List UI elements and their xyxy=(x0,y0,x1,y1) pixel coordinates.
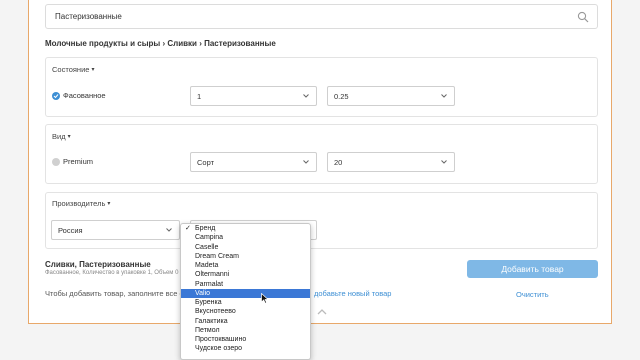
radio-icon[interactable] xyxy=(52,158,60,166)
summary-title: Сливки, Пастеризованные xyxy=(45,260,151,269)
add-new-product-link[interactable]: добавьте новый товар xyxy=(314,289,391,298)
grade-select-value: Сорт xyxy=(197,158,215,167)
condition-option-label: Фасованное xyxy=(63,91,106,100)
chevron-up-icon[interactable] xyxy=(316,308,328,316)
dropdown-option[interactable]: Parmalat xyxy=(181,280,310,289)
breadcrumb: Молочные продукты и сыры › Сливки › Паст… xyxy=(45,39,276,48)
clear-button[interactable]: Очистить xyxy=(516,290,549,299)
fat-select-value: 20 xyxy=(334,158,343,167)
chevron-down-icon xyxy=(441,160,447,164)
brand-dropdown-list[interactable]: БрендCampinaCaselleDream CreamMadetaOlte… xyxy=(180,223,311,360)
chevron-down-icon: ▾ xyxy=(91,67,95,73)
dropdown-option[interactable]: Caselle xyxy=(181,243,310,252)
dropdown-option[interactable]: Бренд xyxy=(181,224,310,234)
dropdown-option[interactable]: Campina xyxy=(181,233,310,242)
country-select[interactable]: Россия xyxy=(51,220,180,240)
country-select-value: Россия xyxy=(58,226,83,235)
add-product-button[interactable]: Добавить товар xyxy=(467,260,598,278)
manufacturer-title: Производитель xyxy=(52,199,106,208)
manufacturer-toggle[interactable]: Производитель ▾ xyxy=(52,199,110,208)
mouse-cursor-icon xyxy=(261,293,269,304)
dropdown-option[interactable]: Петмол xyxy=(181,326,310,335)
search-input[interactable] xyxy=(46,5,566,28)
summary-subtitle: Фасованное, Количество в упаковке 1, Объ… xyxy=(45,270,179,276)
manufacturer-panel: Производитель ▾ Россия xyxy=(45,192,598,249)
quantity-select-value: 1 xyxy=(197,92,202,101)
grade-select[interactable]: Сорт xyxy=(190,152,317,172)
chevron-down-icon xyxy=(303,160,309,164)
kind-title: Вид xyxy=(52,132,66,141)
dropdown-option[interactable]: Чудское озеро xyxy=(181,344,310,353)
volume-select[interactable]: 0.25 xyxy=(327,86,455,106)
chevron-down-icon xyxy=(166,228,172,232)
kind-toggle[interactable]: Вид ▾ xyxy=(52,132,71,141)
fat-select[interactable]: 20 xyxy=(327,152,455,172)
chevron-down-icon xyxy=(303,94,309,98)
dropdown-option[interactable]: Галактика xyxy=(181,317,310,326)
volume-select-value: 0.25 xyxy=(334,92,349,101)
condition-toggle[interactable]: Состояние ▾ xyxy=(52,65,94,74)
check-icon xyxy=(53,94,59,99)
search-box[interactable] xyxy=(45,4,598,29)
chevron-down-icon: ▾ xyxy=(107,201,111,207)
dropdown-option[interactable]: Вкуснотеево xyxy=(181,307,310,316)
quantity-select[interactable]: 1 xyxy=(190,86,317,106)
chevron-down-icon xyxy=(441,94,447,98)
condition-panel: Состояние ▾ Фасованное 1 0.25 xyxy=(45,57,598,117)
condition-title: Состояние xyxy=(52,65,90,74)
dropdown-option[interactable]: Valio xyxy=(181,288,310,298)
chevron-down-icon: ▾ xyxy=(67,134,71,140)
dropdown-option[interactable]: Oltermanni xyxy=(181,270,310,279)
kind-option-label: Premium xyxy=(63,157,94,166)
kind-panel: Вид ▾ Premium Сорт 20 xyxy=(45,124,598,184)
dropdown-option[interactable]: Madeta xyxy=(181,261,310,270)
dropdown-option[interactable]: Буренка xyxy=(181,298,310,307)
search-icon[interactable] xyxy=(577,11,589,23)
hint-text: Чтобы добавить товар, заполните все о xyxy=(45,289,184,298)
dropdown-option[interactable]: Простоквашино xyxy=(181,335,310,344)
dropdown-option[interactable]: Dream Cream xyxy=(181,252,310,261)
